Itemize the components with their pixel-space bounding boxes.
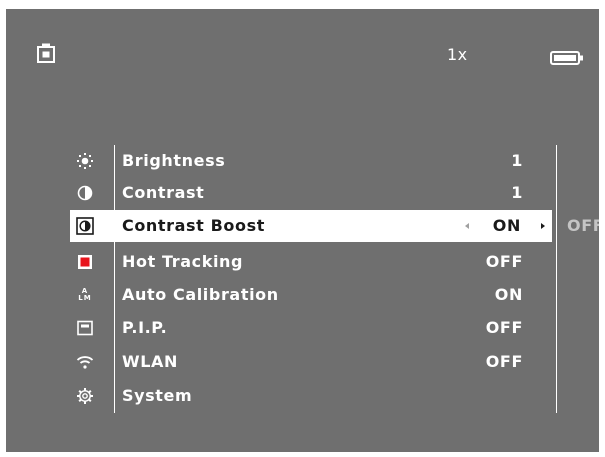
menu-item-value: ON bbox=[492, 216, 521, 235]
menu-item-label: System bbox=[122, 386, 193, 405]
menu-item-pip[interactable]: P.I.P. OFF bbox=[70, 312, 599, 344]
pip-icon bbox=[76, 319, 94, 337]
menu-item-label: P.I.P. bbox=[122, 318, 168, 337]
contrast-icon bbox=[76, 184, 94, 202]
menu-item-contrast[interactable]: Contrast 1 bbox=[70, 177, 599, 209]
contrast-boost-icon bbox=[76, 217, 94, 235]
menu-item-value: 1 bbox=[511, 183, 523, 202]
system-gear-icon bbox=[76, 387, 94, 405]
next-option-value: OFF bbox=[567, 216, 599, 235]
menu-item-wlan[interactable]: WLAN OFF bbox=[70, 346, 599, 378]
menu-item-label: Brightness bbox=[122, 151, 226, 170]
menu-item-brightness[interactable]: Brightness 1 bbox=[70, 145, 599, 177]
zoom-level: 1x bbox=[447, 45, 468, 64]
battery-full-icon bbox=[550, 50, 584, 69]
brightness-icon bbox=[76, 152, 94, 170]
menu-item-label: Contrast bbox=[122, 183, 205, 202]
auto-calibration-icon: A LM bbox=[76, 286, 94, 304]
menu-item-label: WLAN bbox=[122, 352, 179, 371]
menu-item-value: OFF bbox=[485, 252, 523, 271]
menu-item-hot-tracking[interactable]: Hot Tracking OFF bbox=[70, 246, 599, 278]
chevron-left-icon[interactable] bbox=[465, 223, 469, 229]
menu-item-value: 1 bbox=[511, 151, 523, 170]
hot-tracking-icon bbox=[76, 253, 94, 271]
menu-item-value: OFF bbox=[485, 318, 523, 337]
auto-calibration-icon-text-bottom: LM bbox=[78, 294, 92, 302]
menu-item-value: ON bbox=[494, 285, 523, 304]
camera-mode-icon bbox=[37, 43, 55, 63]
menu-item-value: OFF bbox=[485, 352, 523, 371]
menu-item-label: Hot Tracking bbox=[122, 252, 244, 271]
menu-item-system[interactable]: System bbox=[70, 380, 599, 412]
thermal-device-screen: 1x Brightness 1 Contrast 1 Contrast Boos… bbox=[6, 9, 599, 452]
menu-item-label: Contrast Boost bbox=[122, 216, 265, 235]
chevron-right-icon[interactable] bbox=[541, 223, 545, 229]
menu-item-contrast-boost[interactable]: Contrast Boost ON OFF bbox=[70, 210, 599, 242]
wlan-icon bbox=[76, 353, 94, 371]
menu-item-auto-calibration[interactable]: A LM Auto Calibration ON bbox=[70, 279, 599, 311]
menu-item-label: Auto Calibration bbox=[122, 285, 279, 304]
